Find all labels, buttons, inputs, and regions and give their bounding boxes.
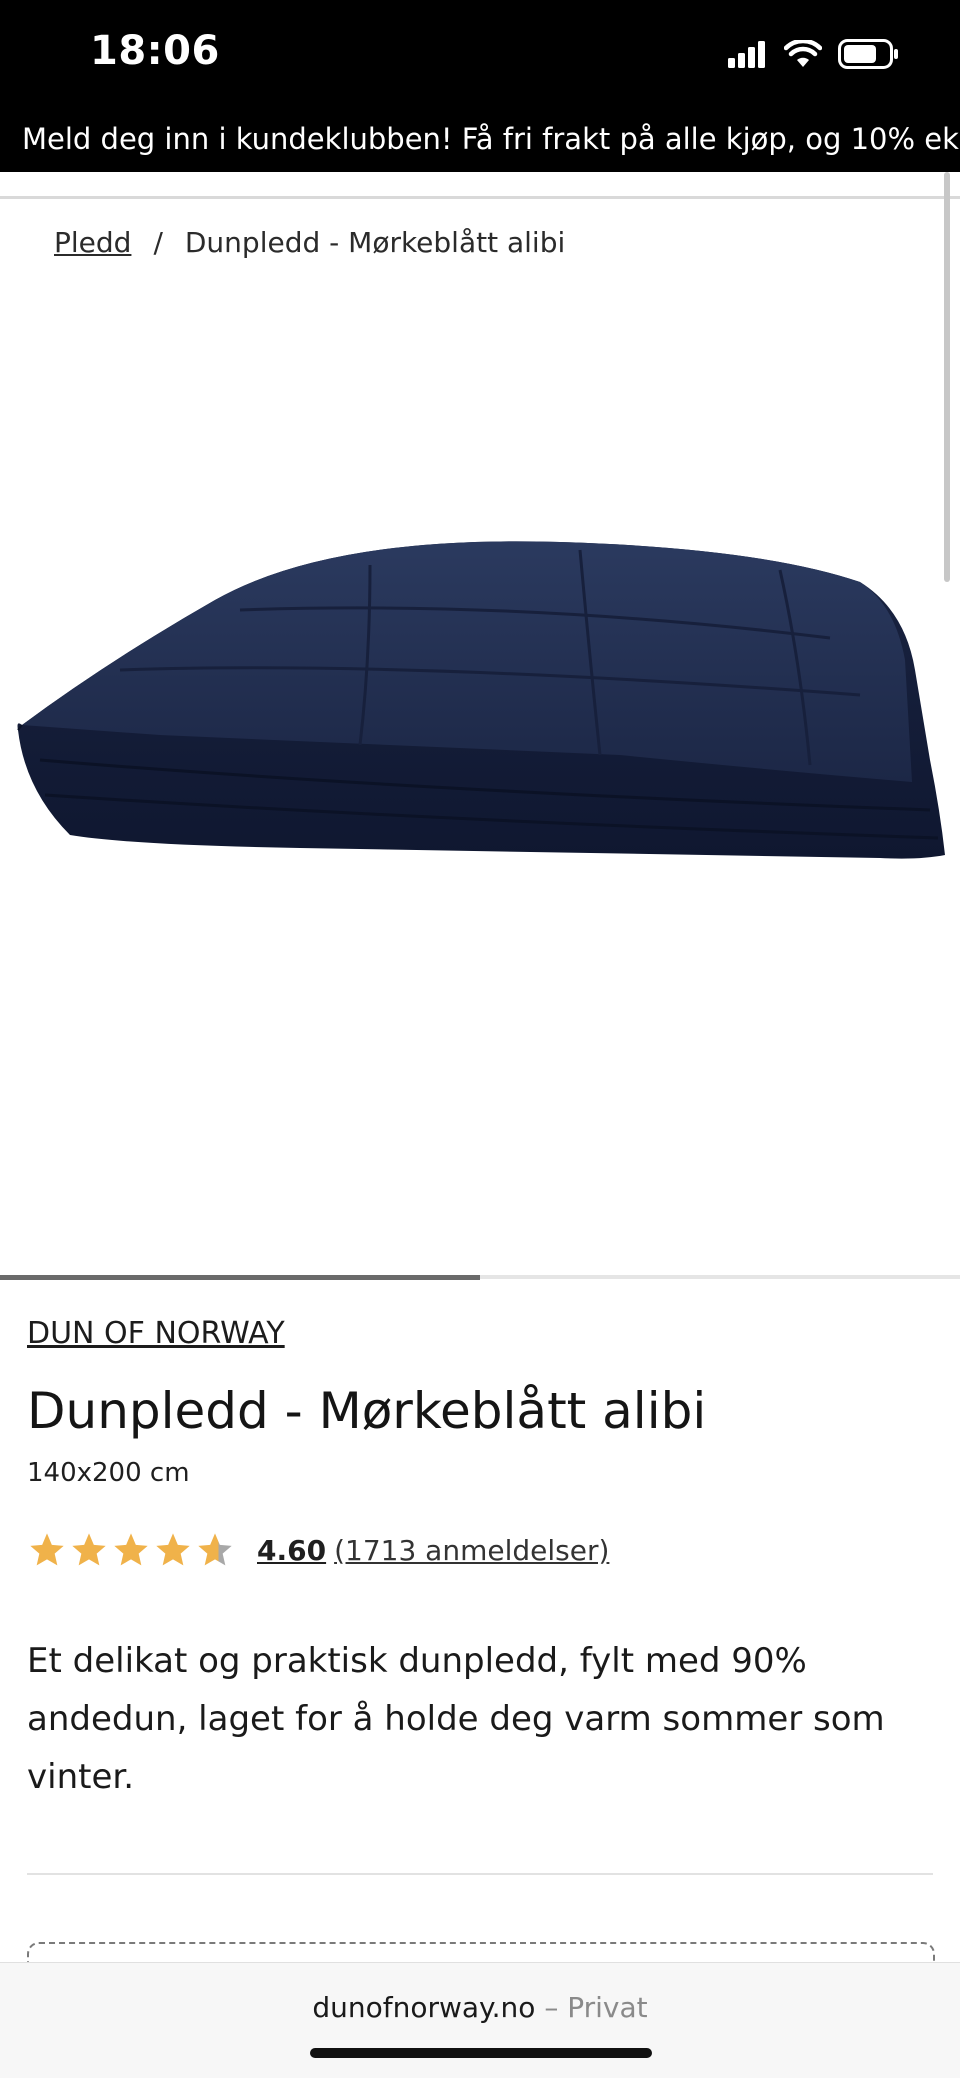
status-icons <box>728 36 900 72</box>
product-image[interactable] <box>0 520 960 1020</box>
home-indicator[interactable] <box>310 2048 652 2058</box>
domain-text: dunofnorway.no <box>312 1991 536 2024</box>
breadcrumb-current: Dunpledd - Mørkeblått alibi <box>184 226 566 259</box>
brand-link[interactable]: DUN OF NORWAY <box>27 1316 285 1351</box>
breadcrumb-separator: / <box>153 226 163 259</box>
browser-address-bar[interactable]: dunofnorway.no – Privat <box>0 1962 960 2078</box>
star-icon <box>156 1533 190 1566</box>
carousel-progress <box>0 1275 480 1280</box>
rating-value[interactable]: 4.60 <box>257 1534 326 1567</box>
star-icon <box>114 1533 148 1566</box>
status-time: 18:06 <box>90 28 220 74</box>
rating-stars <box>27 1530 235 1570</box>
product-title: Dunpledd - Mørkeblått alibi <box>27 1382 707 1440</box>
rating-count-link[interactable]: (1713 anmeldelser) <box>334 1534 609 1567</box>
star-icon <box>30 1533 64 1566</box>
signal-icon <box>728 41 765 68</box>
announcement-banner[interactable]: Meld deg inn i kundeklubben! Få fri frak… <box>0 110 960 172</box>
star-icon <box>72 1533 106 1566</box>
private-mode-label: – Privat <box>544 1991 648 2024</box>
status-bar: 18:06 <box>0 0 960 110</box>
product-description: Et delikat og praktisk dunpledd, fylt me… <box>27 1641 885 1797</box>
address-field[interactable]: dunofnorway.no – Privat <box>0 1991 960 2024</box>
product-size: 140x200 cm <box>27 1458 190 1488</box>
breadcrumb-link-pledd[interactable]: Pledd <box>54 226 131 259</box>
battery-icon <box>838 39 898 69</box>
partial-star-icon <box>198 1533 232 1566</box>
header-divider <box>0 196 960 199</box>
rating[interactable]: 4.60 (1713 anmeldelser) <box>27 1530 609 1570</box>
announcement-text: Meld deg inn i kundeklubben! Få fri frak… <box>22 122 960 156</box>
section-divider <box>27 1873 933 1875</box>
breadcrumb: Pledd / Dunpledd - Mørkeblått alibi <box>54 226 565 259</box>
wifi-icon <box>784 40 822 67</box>
